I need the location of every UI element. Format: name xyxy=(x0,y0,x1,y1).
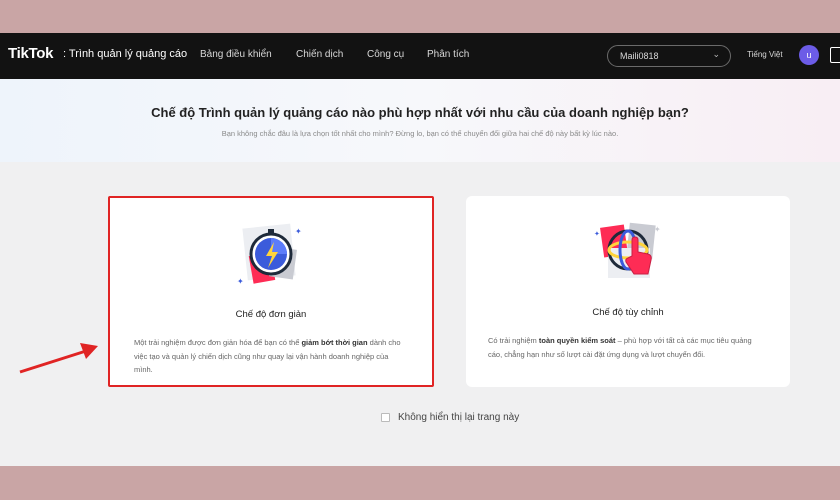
desc-emphasis: toàn quyền kiểm soát xyxy=(538,336,616,345)
globe-hand-icon: ✦ ✦ xyxy=(594,222,661,278)
page-title: Chế độ Trình quản lý quảng cáo nào phù h… xyxy=(151,105,689,120)
nav-analytics[interactable]: Phân tích xyxy=(427,49,469,60)
simple-mode-description: Một trải nghiệm được đơn giản hóa để bạn… xyxy=(134,336,408,377)
stopwatch-lightning-icon: ✦ ✦ xyxy=(237,223,302,286)
simple-mode-title: Chế độ đơn giản xyxy=(235,309,307,320)
nav-campaigns[interactable]: Chiến dịch xyxy=(296,49,343,60)
bottom-border-band xyxy=(0,466,840,500)
desc-text: Có trải nghiệm xyxy=(488,336,539,345)
dont-show-again-label[interactable]: Không hiển thị lại trang này xyxy=(398,412,519,423)
top-border-band xyxy=(0,0,840,33)
custom-mode-card[interactable]: ✦ ✦ Chế độ tùy chỉnh Có trải nghiệm toàn… xyxy=(466,196,790,387)
red-arrow-annotation xyxy=(19,343,98,374)
custom-mode-description: Có trải nghiệm toàn quyền kiểm soát – ph… xyxy=(488,334,766,361)
dont-show-again-row[interactable]: Không hiển thị lại trang này xyxy=(381,412,519,423)
svg-text:✦: ✦ xyxy=(654,225,661,234)
nav-tools[interactable]: Công cụ xyxy=(367,49,404,60)
svg-text:✦: ✦ xyxy=(237,277,244,286)
hero-banner: Chế độ Trình quản lý quảng cáo nào phù h… xyxy=(0,79,840,162)
top-navbar: TikTok : Trình quản lý quảng cáo Bảng đi… xyxy=(0,33,840,79)
main-content: Chế độ Trình quản lý quảng cáo nào phù h… xyxy=(0,79,840,466)
nav-dashboard[interactable]: Bảng điều khiển xyxy=(200,49,272,60)
simple-mode-card[interactable]: ✦ ✦ Chế độ đơn giản Một trải nghiệm được… xyxy=(108,196,434,387)
dont-show-again-checkbox[interactable] xyxy=(381,413,390,422)
account-selector[interactable]: Maili0818 ⌄ xyxy=(607,45,731,67)
account-name: Maili0818 xyxy=(620,51,659,61)
language-selector[interactable]: Tiếng Việt xyxy=(747,50,783,59)
desc-text: Một trải nghiệm được đơn giản hóa để bạn… xyxy=(134,338,302,347)
chevron-down-icon: ⌄ xyxy=(712,49,720,59)
avatar[interactable]: u xyxy=(799,45,819,65)
product-name: : Trình quản lý quảng cáo xyxy=(63,48,188,60)
tiktok-logo[interactable]: TikTok xyxy=(8,45,53,62)
page-subtitle: Bạn không chắc đâu là lựa chọn tốt nhất … xyxy=(221,129,619,138)
shopping-bag-icon[interactable] xyxy=(830,47,840,63)
svg-text:✦: ✦ xyxy=(594,230,600,238)
svg-text:✦: ✦ xyxy=(295,227,302,236)
desc-emphasis: giảm bớt thời gian xyxy=(301,338,368,347)
custom-mode-title: Chế độ tùy chỉnh xyxy=(592,307,664,318)
